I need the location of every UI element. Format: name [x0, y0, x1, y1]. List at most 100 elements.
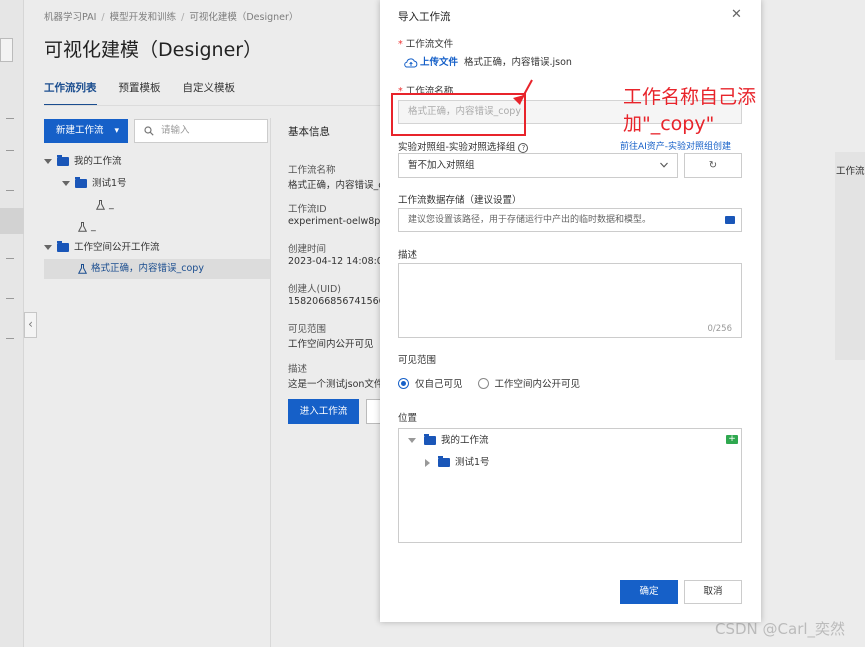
breadcrumb-item[interactable]: 机器学习PAI	[44, 12, 96, 23]
tree-item-test-folder[interactable]: 测试1号	[62, 174, 127, 194]
expand-icon[interactable]	[44, 159, 52, 164]
folder-icon	[57, 241, 69, 252]
left-nav-rail	[0, 0, 24, 647]
search-icon	[144, 126, 154, 136]
expand-icon[interactable]	[408, 438, 416, 443]
group-select-value: 暂不加入对照组	[408, 160, 475, 171]
tab-preset-templates[interactable]: 预置模板	[119, 80, 161, 106]
group-label: 实验对照组-实验对照选择组?	[398, 139, 529, 153]
expand-icon[interactable]	[425, 458, 430, 467]
tree-item-label: 格式正确，内容错误_copy	[91, 263, 204, 274]
enter-workflow-button[interactable]: 进入工作流	[288, 399, 359, 424]
visibility-radio-group: 仅自己可见 工作空间内公开可见	[398, 376, 595, 390]
info-description: 描述 这是一个测试json文件	[288, 361, 380, 390]
info-key: 工作流ID	[288, 204, 327, 215]
info-key: 创建人(UID)	[288, 284, 341, 295]
search-placeholder: 请输入	[161, 125, 190, 136]
location-item-root[interactable]: 我的工作流	[408, 433, 489, 449]
info-creator: 创建人(UID) 1582066856741566	[288, 281, 380, 307]
rail-divider	[6, 118, 14, 119]
storage-label: 工作流数据存储（建议设置）	[398, 195, 522, 206]
tab-workflow-list[interactable]: 工作流列表	[44, 80, 97, 106]
rail-toggle[interactable]	[0, 38, 13, 62]
flask-icon	[78, 221, 87, 232]
radio-private[interactable]: 仅自己可见	[398, 376, 463, 390]
cloud-upload-icon	[404, 57, 418, 67]
radio-public[interactable]: 工作空间内公开可见	[477, 376, 581, 390]
rail-selected-item[interactable]	[0, 208, 24, 234]
collapse-panel-button[interactable]: ‹	[24, 312, 37, 338]
file-label: * 工作流文件	[398, 39, 454, 50]
info-value: 格式正确，内容错误_c	[288, 180, 380, 191]
annotation-text: 工作名称自己添加"_copy"	[623, 86, 757, 135]
tree-item-workflow[interactable]: _	[96, 195, 114, 215]
create-group-link[interactable]: 前往AI资产-实验对照组创建	[620, 139, 731, 152]
dialog-title: 导入工作流	[398, 11, 451, 23]
upload-row: 上传文件 格式正确，内容错误.json	[404, 54, 572, 68]
add-folder-icon[interactable]: +	[726, 435, 738, 444]
rail-divider	[6, 298, 14, 299]
tree-item-label: 工作空间公开工作流	[74, 242, 160, 253]
info-id: 工作流ID experiment-oelw8ptj	[288, 201, 380, 227]
tree-item-public-workflows[interactable]: 工作空间公开工作流	[44, 238, 160, 258]
confirm-button[interactable]: 确定	[620, 580, 678, 604]
group-select[interactable]: 暂不加入对照组	[398, 153, 678, 178]
new-workflow-button[interactable]: 新建工作流 ▾	[44, 119, 128, 143]
refresh-icon: ↻	[708, 160, 718, 171]
info-key: 创建时间	[288, 244, 327, 255]
upload-file-link[interactable]: 上传文件	[420, 57, 458, 68]
expand-icon[interactable]	[62, 181, 70, 186]
chevron-down-icon	[660, 162, 668, 168]
char-counter: 0/256	[707, 324, 733, 334]
info-created: 创建时间 2023-04-12 14:08:05	[288, 241, 380, 267]
right-background-panel	[835, 152, 865, 360]
cancel-button[interactable]: 取消	[684, 580, 742, 604]
rail-divider	[6, 190, 14, 191]
folder-icon	[424, 434, 436, 445]
right-panel-label: 工作流	[836, 166, 865, 177]
info-value: 工作空间内公开可见	[288, 339, 374, 350]
info-value: 这是一个测试json文件	[288, 379, 380, 390]
breadcrumb-item[interactable]: 模型开发和训练	[110, 12, 177, 23]
info-visibility: 可见范围 工作空间内公开可见	[288, 321, 380, 350]
radio-dot-icon	[477, 377, 489, 389]
radio-label: 仅自己可见	[415, 379, 463, 390]
tree-item-my-workflows[interactable]: 我的工作流	[44, 152, 122, 172]
folder-icon	[57, 155, 69, 166]
new-workflow-label: 新建工作流	[56, 125, 104, 136]
help-icon[interactable]: ?	[518, 142, 529, 153]
breadcrumb: 机器学习PAI / 模型开发和训练 / 可视化建模（Designer）	[44, 12, 299, 23]
tree-item-selected-workflow[interactable]: 格式正确，内容错误_copy	[44, 259, 270, 279]
radio-label: 工作空间内公开可见	[494, 379, 581, 390]
folder-icon	[75, 177, 87, 188]
location-item-label: 测试1号	[455, 457, 490, 468]
info-value: 2023-04-12 14:08:05	[288, 256, 380, 267]
close-icon[interactable]: ✕	[731, 8, 742, 21]
tree-item-label: 我的工作流	[74, 156, 122, 167]
description-textarea[interactable]: 0/256	[398, 263, 742, 338]
flask-icon	[78, 263, 87, 274]
info-key: 可见范围	[288, 324, 327, 335]
info-name: 工作流名称 格式正确，内容错误_c	[288, 162, 380, 191]
annotation-arrow-icon	[513, 79, 533, 105]
description-label: 描述	[398, 250, 418, 261]
tabs-divider	[44, 105, 380, 106]
location-tree: 我的工作流 + 测试1号	[398, 428, 742, 543]
refresh-button[interactable]: ↻	[684, 153, 742, 178]
flask-icon	[96, 199, 105, 210]
folder-icon[interactable]	[725, 216, 735, 224]
storage-path-input[interactable]: 建议您设置该路径，用于存储运行中产出的临时数据和模型。	[398, 208, 742, 232]
info-value: experiment-oelw8ptj	[288, 216, 380, 227]
info-key: 工作流名称	[288, 165, 336, 176]
breadcrumb-item: 可视化建模（Designer）	[189, 12, 299, 23]
tab-bar: 工作流列表 预置模板 自定义模板	[44, 80, 235, 106]
tree-item-workflow[interactable]: _	[78, 217, 96, 237]
tree-item-label: _	[109, 199, 114, 210]
folder-icon	[438, 456, 450, 467]
group-label-text: 实验对照组-实验对照选择组	[398, 142, 516, 153]
expand-icon[interactable]	[44, 245, 52, 250]
tab-custom-templates[interactable]: 自定义模板	[183, 80, 236, 106]
search-input[interactable]: 请输入	[134, 119, 268, 143]
location-item-child[interactable]: 测试1号	[425, 455, 490, 471]
visibility-label: 可见范围	[398, 355, 437, 366]
